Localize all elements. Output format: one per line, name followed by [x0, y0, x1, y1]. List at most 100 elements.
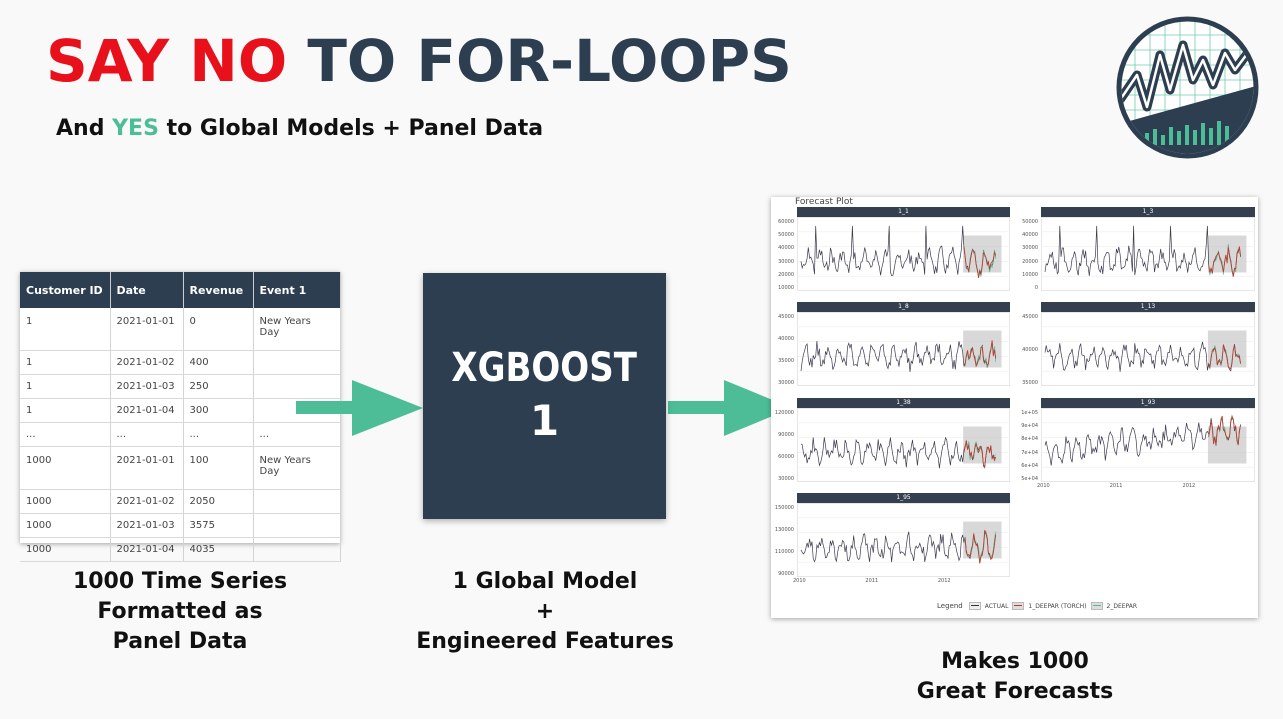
y-tick-label: 9e+04 [1021, 423, 1038, 430]
facet-strip-label: 1_95 [797, 493, 1010, 503]
table-cell: ... [110, 422, 184, 447]
table-cell: 3575 [183, 513, 254, 538]
table-cell: 2021-01-01 [110, 446, 184, 490]
caption-line: + [535, 599, 555, 624]
plot-title: Forecast Plot [795, 197, 853, 207]
caption-panel-data: 1000 Time Series Formatted as Panel Data [40, 567, 320, 657]
table-row: ... ... ... ... [20, 422, 341, 447]
table-cell: 2050 [183, 489, 254, 514]
subtitle-yes: YES [112, 116, 159, 141]
y-tick-label: 30000 [778, 380, 794, 386]
y-tick-label: 45000 [1022, 314, 1038, 320]
table-row: 1000 2021-01-03 3575 [20, 513, 341, 538]
y-tick-label: 6e+04 [1021, 462, 1038, 469]
y-tick-label: 110000 [774, 549, 794, 555]
facet-series [797, 517, 1010, 564]
caption-line: Makes 1000 [941, 649, 1089, 674]
subtitle-post: to Global Models + Panel Data [166, 116, 544, 141]
x-tick-label: 2010 [793, 578, 806, 584]
title-say-no: SAY NO [46, 27, 288, 95]
table-header-row: Customer ID Date Revenue Event 1 [20, 272, 341, 308]
facet-1-93: 1_93 1e+05 9e+04 8e+04 7e+04 6e+04 5e+04 2010 20… [1021, 398, 1255, 489]
table-row: 1 2021-01-03 250 [20, 374, 341, 399]
y-tick-label: 150000 [774, 505, 794, 511]
y-tick-label: 35000 [778, 358, 794, 364]
y-tick-label: 10000 [1022, 271, 1038, 278]
table-cell: 1000 [20, 446, 111, 490]
table-cell: 1 [20, 350, 111, 375]
legend-swatch-deepar-torch [1012, 602, 1025, 610]
legend-title: Legend [937, 602, 963, 610]
table-cell: New Years Day [253, 446, 341, 490]
arrow-right-icon [296, 380, 423, 436]
model-count: 1 [529, 396, 560, 445]
table-cell: 2021-01-02 [110, 350, 184, 375]
table-cell: 2021-01-03 [110, 513, 184, 538]
facet-series [797, 326, 1010, 372]
table-cell: ... [20, 422, 111, 447]
y-tick-label: 5e+04 [1021, 476, 1038, 482]
table-cell: 4035 [183, 537, 254, 562]
table-row: 1 2021-01-04 300 [20, 398, 341, 423]
y-tick-label: 40000 [778, 336, 794, 342]
y-tick-label: 30000 [778, 258, 794, 265]
table-cell [253, 513, 341, 538]
legend-item: 1_DEEPAR (TORCH) [1028, 602, 1087, 610]
y-tick-label: 1e+05 [1021, 410, 1038, 416]
y-tick-label: 120000 [774, 410, 794, 416]
facet-1-38: 1_38 120000 90000 60000 30000 [775, 398, 1010, 482]
table-cell: 250 [183, 374, 254, 399]
facet-series [1041, 326, 1255, 372]
table-row: 1 2021-01-01 0 New Years Day [20, 308, 341, 351]
y-tick-label: 20000 [1022, 258, 1038, 265]
table-cell: ... [183, 422, 254, 447]
table-cell [253, 537, 341, 562]
facet-1-3: 1_3 50000 40000 30000 20000 10000 0 [1022, 207, 1255, 291]
x-tick-label: 2010 [1037, 483, 1050, 489]
x-tick-label: 2012 [1182, 483, 1196, 489]
column-header: Date [110, 272, 184, 308]
y-tick-label: 8e+04 [1021, 436, 1038, 443]
y-tick-label: 0 [1034, 285, 1038, 291]
legend-item: ACTUAL [984, 602, 1009, 610]
table-cell: 1000 [20, 537, 111, 562]
facet-series [797, 422, 1010, 469]
caption-forecasts: Makes 1000 Great Forecasts [880, 647, 1150, 707]
y-tick-label: 7e+04 [1021, 449, 1038, 456]
facet-strip-label: 1_38 [797, 398, 1010, 408]
facet-strip-label: 1_3 [1041, 207, 1255, 217]
facet-strip-label: 1_13 [1041, 302, 1255, 312]
subtitle-pre: And [56, 116, 105, 141]
table-cell: 0 [183, 308, 254, 351]
y-tick-label: 90000 [778, 432, 794, 438]
facet-strip-label: 1_1 [797, 207, 1010, 217]
y-tick-label: 60000 [778, 454, 794, 460]
caption-line: Formatted as [97, 599, 263, 624]
y-tick-label: 40000 [1022, 347, 1038, 353]
table-cell [253, 350, 341, 375]
table-cell: 1 [20, 398, 111, 423]
table-row: 1 2021-01-02 400 [20, 350, 341, 375]
y-tick-label: 10000 [778, 285, 794, 291]
table-cell: 300 [183, 398, 254, 423]
table-cell: 1 [20, 374, 111, 399]
facet-1-95: 1_95 150000 130000 110000 90000 2010 2011 2012 [775, 493, 1010, 584]
y-tick-label: 130000 [774, 527, 794, 533]
table-cell: 100 [183, 446, 254, 490]
facet-series [1041, 414, 1255, 468]
panel-data-table: Customer ID Date Revenue Event 1 1 2021-… [20, 272, 341, 562]
table-cell: 1000 [20, 489, 111, 514]
table-cell: 2021-01-02 [110, 489, 184, 514]
caption-line: 1000 Time Series [72, 569, 288, 594]
table-row: 1000 2021-01-04 4035 [20, 537, 341, 562]
xgboost-model-box: XGBOOST 1 [423, 273, 666, 519]
table-cell: 400 [183, 350, 254, 375]
y-tick-label: 20000 [778, 271, 794, 278]
page-subtitle: And YES to Global Models + Panel Data [56, 116, 543, 141]
timetk-logo-icon [1116, 16, 1259, 159]
model-name: XGBOOST [451, 345, 638, 391]
facet-series [797, 225, 1010, 278]
plot-legend: Legend ACTUAL 1_DEEPAR (TORCH) 2_DEEPAR [937, 602, 1137, 610]
forecast-plot: Forecast Plot 1_1 60000 50000 40000 30000 200… [771, 197, 1258, 618]
column-header: Customer ID [20, 272, 111, 308]
